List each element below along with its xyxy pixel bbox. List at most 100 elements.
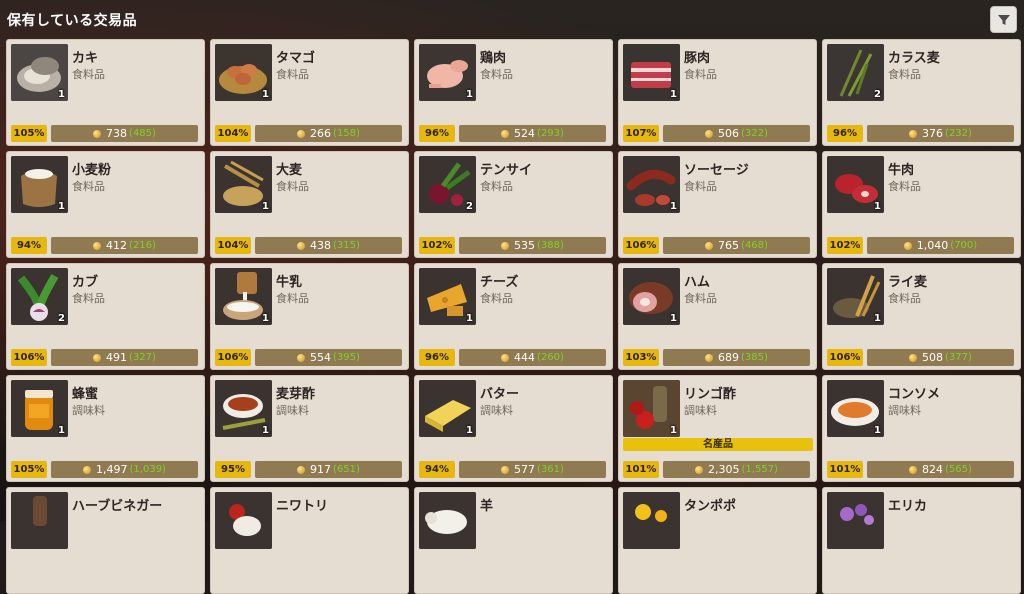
base-price: (565) [945, 464, 972, 475]
trade-good-name: カブ [72, 275, 99, 290]
coin-icon [695, 465, 704, 474]
trade-good-card[interactable]: エリカ [822, 487, 1021, 594]
trade-good-thumbnail: 2 [827, 44, 884, 101]
trade-good-name: 大麦 [276, 163, 303, 178]
coin-icon [93, 241, 102, 250]
trade-good-card[interactable]: 1 バター 調味料 94% 577 (361) [414, 375, 613, 482]
price-percent-badge: 101% [623, 461, 659, 478]
trade-good-card[interactable]: タンポポ [618, 487, 817, 594]
base-price: (361) [537, 464, 564, 475]
trade-good-card[interactable]: 1 蜂蜜 調味料 105% 1,497 (1,039) [6, 375, 205, 482]
base-price: (327) [129, 352, 156, 363]
quantity-label: 1 [58, 425, 65, 436]
trade-good-card[interactable]: 1 ハム 食料品 103% 689 (385) [618, 263, 817, 370]
trade-good-name: 羊 [480, 499, 494, 514]
base-price: (315) [333, 240, 360, 251]
quantity-label: 1 [262, 313, 269, 324]
sell-price: 738 [106, 127, 128, 140]
trade-good-thumbnail: 1 [419, 380, 476, 437]
price-bar: 438 (315) [255, 237, 402, 254]
trade-good-name: エリカ [888, 499, 928, 514]
price-percent-badge: 96% [419, 349, 455, 366]
filter-button[interactable] [990, 6, 1017, 33]
coin-icon [903, 241, 912, 250]
base-price: (260) [537, 352, 564, 363]
trade-good-thumbnail: 1 [623, 156, 680, 213]
sell-price: 554 [310, 351, 332, 364]
trade-good-category: 食料品 [276, 180, 309, 193]
trade-good-category: 調味料 [888, 404, 921, 417]
quantity-label: 1 [670, 425, 677, 436]
trade-good-card[interactable]: 1 牛肉 食料品 102% 1,040 (700) [822, 151, 1021, 258]
trade-good-thumbnail: 1 [623, 380, 680, 437]
sell-price: 444 [514, 351, 536, 364]
trade-good-card[interactable]: 1 リンゴ酢 調味料 名産品 101% 2,305 (1,557) [618, 375, 817, 482]
trade-good-card[interactable]: 1 麦芽酢 調味料 95% 917 (651) [210, 375, 409, 482]
trade-good-card[interactable]: 1 大麦 食料品 104% 438 (315) [210, 151, 409, 258]
trade-good-card[interactable]: 1 牛乳 食料品 106% 554 (395) [210, 263, 409, 370]
trade-good-card[interactable]: 1 コンソメ 調味料 101% 824 (565) [822, 375, 1021, 482]
trade-good-category: 調味料 [684, 404, 717, 417]
trade-good-name: 牛乳 [276, 275, 303, 290]
coin-icon [501, 353, 510, 362]
quantity-label: 1 [874, 425, 881, 436]
price-percent-badge: 105% [11, 125, 47, 142]
trade-good-card[interactable]: 1 カキ 食料品 105% 738 (485) [6, 39, 205, 146]
trade-good-card[interactable]: 2 テンサイ 食料品 102% 535 (388) [414, 151, 613, 258]
base-price: (293) [537, 128, 564, 139]
base-price: (388) [537, 240, 564, 251]
sell-price: 2,305 [708, 463, 740, 476]
sell-price: 266 [310, 127, 332, 140]
sell-price: 376 [922, 127, 944, 140]
trade-good-card[interactable]: 2 カブ 食料品 106% 491 (327) [6, 263, 205, 370]
sell-price: 1,497 [96, 463, 128, 476]
coin-icon [705, 129, 714, 138]
trade-good-thumbnail: 1 [827, 156, 884, 213]
base-price: (1,039) [129, 464, 166, 475]
price-percent-badge: 101% [827, 461, 863, 478]
base-price: (468) [741, 240, 768, 251]
trade-good-card[interactable]: ニワトリ [210, 487, 409, 594]
base-price: (395) [333, 352, 360, 363]
sell-price: 689 [718, 351, 740, 364]
trade-good-name: 牛肉 [888, 163, 915, 178]
page-title: 保有している交易品 [7, 13, 138, 29]
trade-good-card[interactable]: 2 カラス麦 食料品 96% 376 (232) [822, 39, 1021, 146]
base-price: (385) [741, 352, 768, 363]
trade-good-thumbnail: 1 [215, 156, 272, 213]
trade-good-card[interactable]: 羊 [414, 487, 613, 594]
price-bar: 535 (388) [459, 237, 606, 254]
coin-icon [501, 465, 510, 474]
quantity-label: 2 [466, 201, 473, 212]
base-price: (216) [129, 240, 156, 251]
trade-good-card[interactable]: 1 ライ麦 食料品 106% 508 (377) [822, 263, 1021, 370]
price-bar: 577 (361) [459, 461, 606, 478]
trade-good-thumbnail: 1 [215, 268, 272, 325]
base-price: (1,557) [741, 464, 778, 475]
trade-good-thumbnail: 2 [11, 268, 68, 325]
price-bar: 1,497 (1,039) [51, 461, 198, 478]
trade-good-category: 食料品 [72, 68, 105, 81]
trade-good-card[interactable]: ハーブビネガー [6, 487, 205, 594]
trade-good-name: テンサイ [480, 163, 533, 178]
sell-price: 412 [106, 239, 128, 252]
price-percent-badge: 94% [11, 237, 47, 254]
trade-good-card[interactable]: 1 タマゴ 食料品 104% 266 (158) [210, 39, 409, 146]
price-bar: 508 (377) [867, 349, 1014, 366]
trade-good-name: ソーセージ [684, 163, 749, 178]
base-price: (700) [950, 240, 978, 251]
price-percent-badge: 102% [419, 237, 455, 254]
trade-good-card[interactable]: 1 チーズ 食料品 96% 444 (260) [414, 263, 613, 370]
trade-good-thumbnail: 1 [11, 380, 68, 437]
trade-good-card[interactable]: 1 ソーセージ 食料品 106% 765 (468) [618, 151, 817, 258]
trade-good-category: 食料品 [276, 68, 309, 81]
quantity-label: 1 [466, 425, 473, 436]
trade-good-card[interactable]: 1 鶏肉 食料品 96% 524 (293) [414, 39, 613, 146]
trade-good-name: 蜂蜜 [72, 387, 99, 402]
quantity-label: 1 [670, 89, 677, 100]
price-bar: 2,305 (1,557) [663, 461, 810, 478]
sell-price: 508 [922, 351, 944, 364]
price-bar: 1,040 (700) [867, 237, 1014, 254]
trade-good-card[interactable]: 1 豚肉 食料品 107% 506 (322) [618, 39, 817, 146]
trade-good-card[interactable]: 1 小麦粉 食料品 94% 412 (216) [6, 151, 205, 258]
